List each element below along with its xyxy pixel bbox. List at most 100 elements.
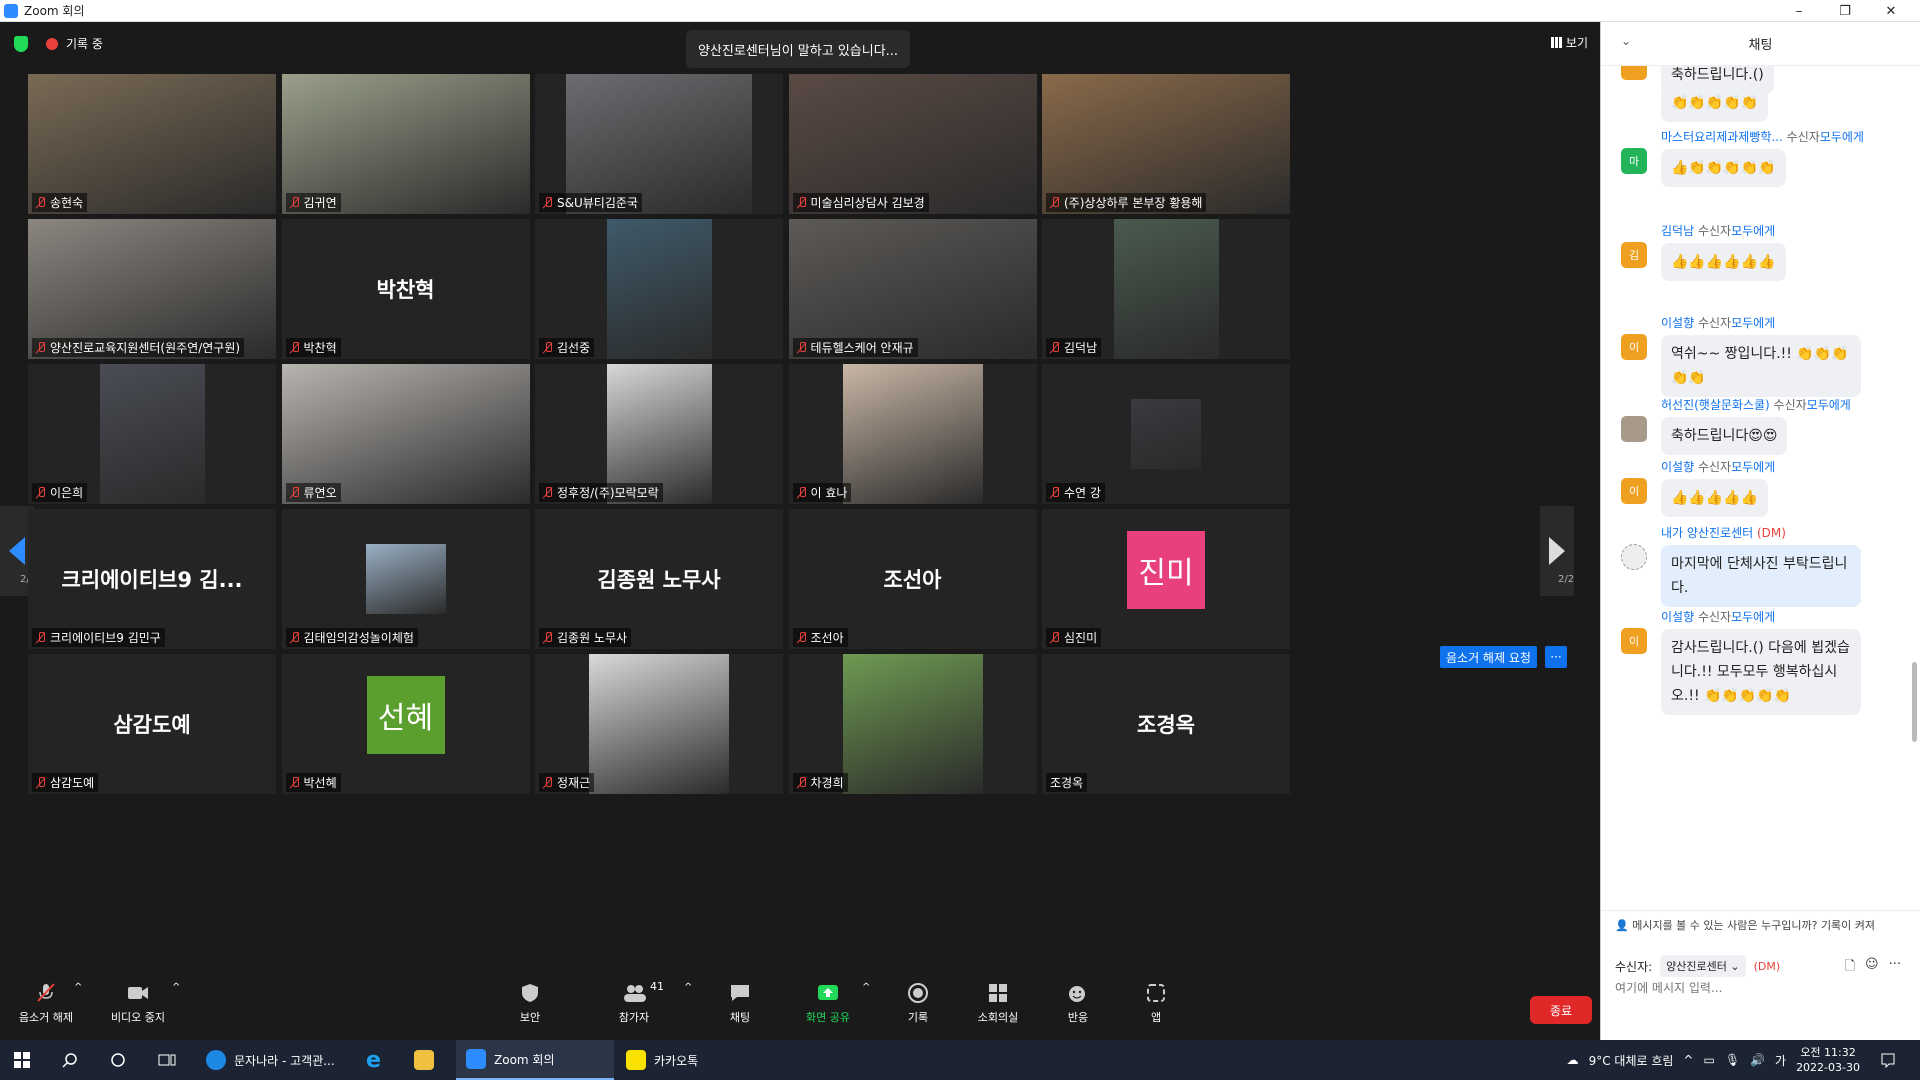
internet-explorer-icon[interactable]: e xyxy=(366,1040,381,1080)
volume-icon[interactable]: 🔊 xyxy=(1750,1053,1765,1067)
chat-message-input[interactable] xyxy=(1615,981,1905,995)
share-options-caret-icon[interactable]: ^ xyxy=(862,982,870,993)
participants-caret-icon[interactable]: ^ xyxy=(684,982,692,993)
record-button[interactable]: 기록 xyxy=(878,968,958,1040)
participant-tile[interactable]: 미술심리상담사 김보경 xyxy=(788,74,1037,214)
chat-message-list[interactable]: 축하드립니다.() 👏👏👏👏👏 마스터요리제과제빵학... 수신자모두에게 마 👍👏👏👏… xyxy=(1601,66,1920,906)
participant-tile[interactable]: 수연 강 xyxy=(1042,364,1290,504)
participant-tile[interactable]: 김태임의감성놀이체험 xyxy=(281,509,530,649)
chat-message-text: 👍👍👍👍👍👍 xyxy=(1661,243,1786,281)
participant-tile[interactable]: 차경희 xyxy=(788,654,1037,794)
cortana-icon[interactable] xyxy=(110,1040,126,1080)
participant-tile[interactable]: 류연오 xyxy=(281,364,530,504)
participant-tile[interactable]: 선혜 박선혜 xyxy=(281,654,530,794)
minimize-icon[interactable]: – xyxy=(1776,0,1822,22)
weather-text[interactable]: 9°C 대체로 흐림 xyxy=(1589,1052,1674,1069)
microphone-tray-icon[interactable]: 🎙 xyxy=(1725,1053,1740,1067)
participant-tile[interactable]: 테듀헬스케어 안재규 xyxy=(788,219,1037,359)
participant-name-label: 류연오 xyxy=(285,483,341,502)
record-label: 기록 xyxy=(907,1011,929,1024)
participant-tile[interactable]: 송현숙 xyxy=(28,74,276,214)
participant-tile[interactable]: 진미 심진미 xyxy=(1042,509,1290,649)
chat-message[interactable]: 👏👏👏👏👏 xyxy=(1621,80,1906,122)
chat-message[interactable]: 이설향 수신자모두에게 이 👍👍👍👍👍 xyxy=(1621,458,1906,517)
reactions-button[interactable]: 반응 xyxy=(1038,968,1118,1040)
unmute-button[interactable]: 음소거 해제 xyxy=(6,968,86,1040)
recording-label[interactable]: 기록 중 xyxy=(66,35,103,52)
participant-tile[interactable]: 박찬혁 박찬혁 xyxy=(281,219,530,359)
chat-message[interactable]: 이설향 수신자모두에게 이 감사드립니다.() 다음에 뵙겠습니다.!! 모두모두 … xyxy=(1621,608,1906,715)
close-icon[interactable]: ✕ xyxy=(1868,0,1914,22)
more-options-icon[interactable]: ··· xyxy=(1889,957,1901,979)
apps-button[interactable]: 앱 xyxy=(1116,968,1196,1040)
encryption-shield-icon[interactable] xyxy=(14,36,28,52)
tile-more-button[interactable]: ··· xyxy=(1545,646,1567,668)
chat-message[interactable]: 김덕남 수신자모두에게 김 👍👍👍👍👍👍 xyxy=(1621,222,1906,281)
chat-message-text: 👏👏👏👏👏 xyxy=(1661,84,1769,122)
participant-tile[interactable]: 조경옥 조경옥 xyxy=(1042,654,1290,794)
participant-name: 조경옥 xyxy=(1050,776,1084,790)
tray-chevron-up-icon[interactable]: ^ xyxy=(1683,1053,1693,1067)
end-meeting-button[interactable]: 종료 xyxy=(1530,996,1592,1024)
participant-tile[interactable]: 정재근 xyxy=(535,654,783,794)
participant-name-label: 양산진로교육지원센터(원주연/연구원) xyxy=(32,338,245,357)
video-options-caret-icon[interactable]: ^ xyxy=(172,982,180,993)
participant-tile[interactable]: 삼감도예 삼감도예 xyxy=(28,654,276,794)
recipient-dm-tag: (DM) xyxy=(1753,959,1781,973)
stop-video-button[interactable]: 비디오 중지 xyxy=(98,968,178,1040)
participant-video xyxy=(842,364,983,504)
participant-tile[interactable]: 크리에이티브9 김... 크리에이티브9 김민구 xyxy=(28,509,276,649)
chat-visibility-notice[interactable]: 👤 메시지를 볼 수 있는 사람은 누구입니까? 기록이 켜져 xyxy=(1615,917,1915,933)
participant-tile[interactable]: (주)상상하루 본부장 황용해 xyxy=(1042,74,1290,214)
audio-options-caret-icon[interactable]: ^ xyxy=(74,982,82,993)
breakout-rooms-button[interactable]: 소회의실 xyxy=(958,968,1038,1040)
participant-tile[interactable]: 이 효나 xyxy=(788,364,1037,504)
participant-tile[interactable]: 김덕남 xyxy=(1042,219,1290,359)
participant-tile[interactable]: 김선중 xyxy=(535,219,783,359)
task-view-icon[interactable] xyxy=(158,1040,176,1080)
file-icon[interactable]: 🗋 xyxy=(1845,957,1855,979)
chat-message[interactable]: 이설향 수신자모두에게 이 역쉬~~ 짱입니다.!! 👏👏👏👏👏 xyxy=(1621,314,1906,397)
battery-icon[interactable]: ▭ xyxy=(1703,1053,1714,1067)
microphone-muted-icon xyxy=(543,631,553,644)
taskbar-app-kakaotalk[interactable]: 카카오톡 xyxy=(616,1040,766,1080)
emoji-icon[interactable]: ☺ xyxy=(1865,957,1879,979)
ime-indicator[interactable]: 가 xyxy=(1775,1052,1786,1069)
recipient-value: 양산진로센터 xyxy=(1666,960,1727,973)
stop-video-label: 비디오 중지 xyxy=(110,1011,166,1024)
chevron-down-icon[interactable]: ⌄ xyxy=(1621,34,1631,48)
participants-button[interactable]: 참가자 xyxy=(594,968,674,1040)
microphone-muted-icon xyxy=(290,196,300,209)
start-button[interactable] xyxy=(14,1040,30,1080)
share-screen-button[interactable]: 화면 공유 xyxy=(788,968,868,1040)
chat-message[interactable]: 내가 양산진로센터 (DM) 마지막에 단체사진 부탁드립니다. xyxy=(1621,524,1906,607)
participant-tile[interactable]: 정후정/(주)모락모락 xyxy=(535,364,783,504)
participant-tile[interactable]: 이은희 xyxy=(28,364,276,504)
file-explorer-icon[interactable] xyxy=(414,1040,434,1080)
chat-message[interactable]: 마스터요리제과제빵학... 수신자모두에게 마 👍👏👏👏👏👏 xyxy=(1621,128,1906,187)
participant-tile[interactable]: S&U뷰티김준국 xyxy=(535,74,783,214)
security-button[interactable]: 보안 xyxy=(490,968,570,1040)
participant-name-label: 정재근 xyxy=(539,773,595,792)
recipient-select[interactable]: 양산진로센터 ⌄ xyxy=(1660,955,1746,977)
maximize-icon[interactable]: ❐ xyxy=(1822,0,1868,22)
chat-button[interactable]: 채팅 xyxy=(700,968,780,1040)
microphone-muted-icon xyxy=(1050,486,1060,499)
search-icon[interactable] xyxy=(62,1040,78,1080)
participant-tile[interactable]: 김종원 노무사 김종원 노무사 xyxy=(535,509,783,649)
participant-tile[interactable]: 김귀연 xyxy=(281,74,530,214)
notification-center-icon[interactable] xyxy=(1880,1040,1896,1080)
chat-sender-name: 이설향 xyxy=(1661,610,1695,624)
microphone-muted-icon xyxy=(290,631,300,644)
view-button[interactable]: 보기 xyxy=(1550,34,1588,51)
taskbar-app-munjanara[interactable]: 문자나라 - 고객관... xyxy=(196,1040,354,1080)
participant-tile[interactable]: 양산진로교육지원센터(원주연/연구원) xyxy=(28,219,276,359)
taskbar-app-zoom[interactable]: Zoom 회의 xyxy=(456,1040,614,1080)
participant-tile[interactable]: 조선아 조선아 xyxy=(788,509,1037,649)
meeting-toolbar: 음소거 해제 ^ 비디오 중지 ^ 보안 참가자 41 ^ 채팅 화면 공유 ^… xyxy=(0,968,1600,1040)
system-clock[interactable]: 오전 11:32 2022-03-30 xyxy=(1796,1045,1860,1075)
chat-message[interactable]: 허선진(햇살문화스쿨) 수신자모두에게 축하드립니다😍😍 xyxy=(1621,396,1906,455)
chat-scrollbar[interactable] xyxy=(1912,662,1917,742)
security-label: 보안 xyxy=(519,1011,541,1024)
unmute-request-button[interactable]: 음소거 해제 요청 xyxy=(1440,646,1537,668)
